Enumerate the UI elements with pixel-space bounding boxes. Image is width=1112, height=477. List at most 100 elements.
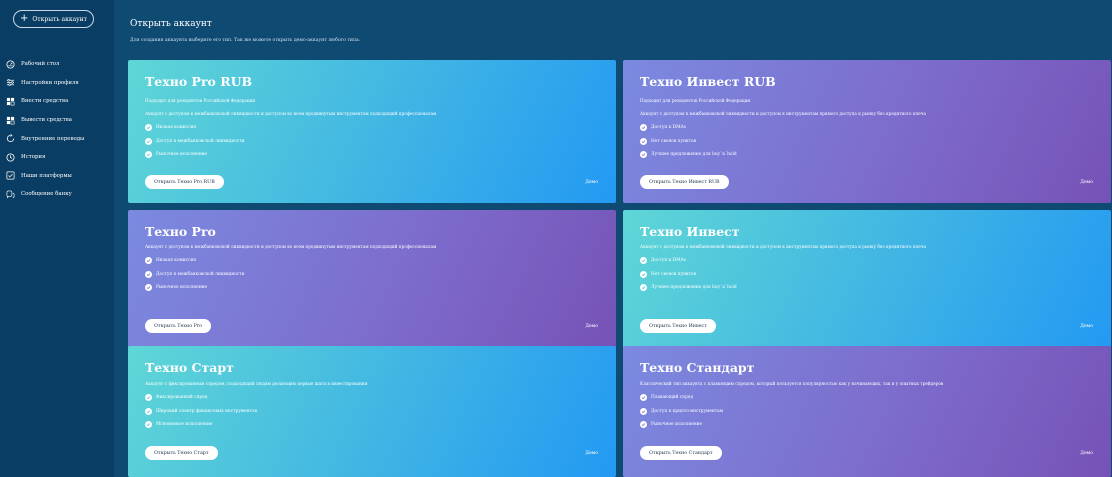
feature-item: Плавающий спред	[640, 391, 723, 405]
card-subtitle: Подходит для резидентов Российской Федер…	[640, 98, 751, 103]
card-title: Техно Старт	[145, 360, 234, 375]
open-account-card-button[interactable]: Открыть Техно Pro RUB	[145, 175, 224, 189]
main-content: Открыть аккаунт Для создания аккаунта вы…	[114, 0, 1112, 477]
feature-list: Доступ к DMAs Нет свопов пунктов Лучшее …	[640, 254, 737, 295]
card-title: Техно Стандарт	[640, 360, 755, 375]
check-icon	[145, 257, 152, 265]
sidebar: + Открыть аккаунт Рабочий стол Настройки…	[0, 0, 112, 477]
sidebar-item-label: Рабочий стол	[21, 61, 60, 68]
check-icon	[640, 394, 647, 402]
feature-item: Рыночное исполнение	[145, 148, 244, 162]
feature-item: Рыночное исполнение	[640, 418, 723, 432]
card-description: Классический тип аккаунта с плавающим сп…	[640, 381, 944, 386]
feature-label: Доступ к межбанковской ликвидности	[156, 271, 245, 277]
check-icon	[640, 421, 647, 429]
sidebar-item-label: Внутренние переводы	[21, 135, 85, 142]
feature-item: Доступ к межбанковской ликвидности	[145, 268, 244, 282]
feature-label: Плавающий спред	[651, 395, 694, 401]
feature-item: Фиксированный спред	[145, 391, 257, 405]
check-icon	[145, 394, 152, 402]
demo-link[interactable]: Демо	[585, 180, 598, 185]
check-icon	[145, 284, 152, 292]
demo-link[interactable]: Демо	[585, 451, 598, 456]
card-title: Техно Pro	[145, 224, 216, 239]
feature-item: Доступ к DMAs	[640, 254, 737, 268]
sidebar-item-internal-transfers[interactable]: Внутренние переводы	[6, 129, 110, 148]
check-icon	[145, 407, 152, 415]
feature-label: Рыночное исполнение	[156, 285, 208, 291]
clock-icon	[6, 153, 15, 162]
sidebar-item-history[interactable]: История	[6, 148, 110, 167]
card-title: Техно Инвест	[640, 224, 740, 239]
demo-link[interactable]: Демо	[1080, 324, 1093, 329]
feature-label: Мгновенное исполнение	[156, 422, 213, 428]
sidebar-item-withdraw[interactable]: Вывести средства	[6, 111, 110, 130]
check-icon	[145, 124, 152, 132]
check-icon	[640, 284, 647, 292]
feature-label: Доступ к DMAs	[651, 258, 686, 264]
settings-sliders-icon	[6, 78, 15, 87]
sidebar-item-dashboard[interactable]: Рабочий стол	[6, 55, 110, 74]
sidebar-item-platforms[interactable]: Наши платформы	[6, 167, 110, 186]
check-icon	[145, 270, 152, 278]
feature-label: Доступ к крипто-инструментам	[651, 408, 724, 414]
feature-item: Рыночное исполнение	[145, 281, 244, 295]
transfer-icon	[6, 134, 15, 143]
open-account-card-button[interactable]: Открыть Техно Старт	[145, 446, 218, 460]
feature-label: Доступ к межбанковской ликвидности	[156, 138, 245, 144]
feature-item: Низкая комиссия	[145, 254, 244, 268]
open-account-card-button[interactable]: Открыть Техно Pro	[145, 319, 212, 333]
feature-list: Низкая комиссия Доступ к межбанковской л…	[145, 121, 244, 162]
account-card-techno-standard: Техно Стандарт Классический тип аккаунта…	[623, 346, 1111, 477]
message-icon	[6, 190, 15, 199]
sidebar-nav: Рабочий стол Настройки профиля Внести ср…	[6, 55, 110, 204]
open-account-card-button[interactable]: Открыть Техно Инвест	[640, 319, 716, 333]
feature-item: Нет свопов пунктов	[640, 268, 737, 282]
account-card-techno-pro: Техно Pro Аккаунт с доступом к межбанков…	[128, 210, 616, 353]
sidebar-item-label: Сообщение банку	[21, 191, 72, 198]
card-description: Аккаунт с доступом к межбанковской ликви…	[145, 111, 437, 116]
deposit-icon	[6, 97, 15, 106]
sidebar-item-bank-message[interactable]: Сообщение банку	[6, 185, 110, 204]
check-icon	[640, 257, 647, 265]
feature-list: Плавающий спред Доступ к крипто-инструме…	[640, 391, 723, 432]
feature-label: Фиксированный спред	[156, 395, 208, 401]
demo-link[interactable]: Демо	[585, 324, 598, 329]
dashboard-icon	[6, 60, 15, 69]
open-account-button[interactable]: + Открыть аккаунт	[13, 10, 94, 28]
open-account-card-button[interactable]: Открыть Техно Стандарт	[640, 446, 722, 460]
feature-label: Нет свопов пунктов	[651, 271, 697, 277]
platforms-icon	[6, 171, 15, 180]
feature-label: Доступ к DMAs	[651, 125, 686, 131]
card-title: Техно Pro RUB	[145, 74, 253, 89]
feature-item: Доступ к межбанковской ликвидности	[145, 135, 244, 149]
sidebar-item-deposit[interactable]: Внести средства	[6, 92, 110, 111]
feature-item: Лучшее предложение для buy`n`hold	[640, 148, 737, 162]
feature-item: Низкая комиссия	[145, 121, 244, 135]
account-card-techno-invest: Техно Инвест Аккаунт с доступом к межбан…	[623, 210, 1111, 353]
feature-item: Доступ к DMAs	[640, 121, 737, 135]
feature-item: Лучшее предложение для buy`n`hold	[640, 281, 737, 295]
feature-list: Фиксированный спред Широкий спектр финан…	[145, 391, 257, 432]
account-card-techno-pro-rub: Техно Pro RUB Подходит для резидентов Ро…	[128, 60, 616, 203]
demo-link[interactable]: Демо	[1080, 451, 1093, 456]
sidebar-item-label: Настройки профиля	[21, 79, 79, 86]
feature-label: Лучшее предложение для buy`n`hold	[651, 152, 737, 158]
open-account-label: Открыть аккаунт	[32, 15, 87, 23]
check-icon	[640, 124, 647, 132]
check-icon	[640, 137, 647, 145]
feature-item: Нет свопов пунктов	[640, 135, 737, 149]
sidebar-item-profile-settings[interactable]: Настройки профиля	[6, 74, 110, 93]
feature-label: Рыночное исполнение	[156, 152, 208, 158]
feature-item: Мгновенное исполнение	[145, 418, 257, 432]
feature-label: Широкий спектр финансовых инструментов	[156, 408, 257, 414]
page-subtitle: Для создания аккаунта выберите его тип. …	[130, 38, 361, 43]
check-icon	[145, 137, 152, 145]
feature-list: Низкая комиссия Доступ к межбанковской л…	[145, 254, 244, 295]
demo-link[interactable]: Демо	[1080, 180, 1093, 185]
open-account-card-button[interactable]: Открыть Техно Инвест RUB	[640, 175, 729, 189]
card-description: Аккаунт с доступом к межбанковской ликви…	[640, 244, 927, 249]
feature-label: Рыночное исполнение	[651, 422, 703, 428]
account-card-techno-start: Техно Старт Аккаунт с фиксированным спре…	[128, 346, 616, 477]
feature-label: Лучшее предложение для buy`n`hold	[651, 285, 737, 291]
